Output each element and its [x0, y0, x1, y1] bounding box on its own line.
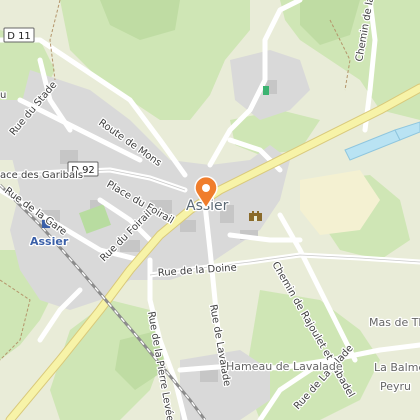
label-hamlet-2: La Balme [374, 361, 420, 374]
label-hamlet-3: Peyru [380, 380, 411, 393]
road-shield-d11-label: D 11 [7, 31, 31, 42]
label-ace-des-garibals: ace des Garibals [0, 170, 83, 181]
map-canvas: D 11 D 92 Route de Mons Place du Foirail… [0, 0, 420, 420]
map-view[interactable]: D 11 D 92 Route de Mons Place du Foirail… [0, 0, 420, 420]
label-hamlet-0: Hameau de Lavalade [226, 360, 343, 373]
label-station-assier: Assier [30, 235, 69, 248]
label-hamlet-1: Mas de Th [369, 316, 420, 329]
map-poi-marker [263, 86, 269, 95]
label-partial-rue: u [0, 90, 6, 101]
road-shield-d11: D 11 [3, 27, 35, 43]
